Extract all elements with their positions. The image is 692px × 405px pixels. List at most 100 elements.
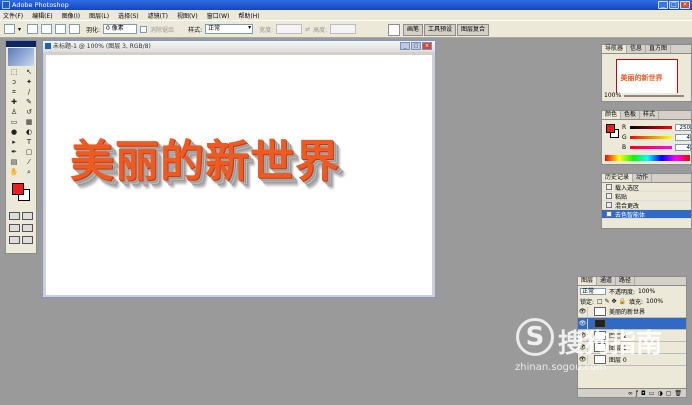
notes-tool-icon[interactable]: ▤ [8,158,20,167]
tab-color[interactable]: 颜色 [602,111,622,119]
channel-b-slider[interactable] [629,145,673,149]
tab-styles[interactable]: 样式 [640,111,660,119]
link-slot[interactable] [587,306,594,317]
swap-icon[interactable]: ⇄ [305,26,310,33]
layer-style-icon[interactable]: ƒ [636,390,638,397]
lock-icons[interactable]: □ ✎ ✥ 🔒 [597,298,626,305]
marquee-tool-preset-icon[interactable] [4,24,15,34]
feather-input[interactable]: 0 像素 [103,24,138,34]
type-tool-icon[interactable]: T [23,138,35,147]
clone-stamp-icon[interactable]: ♙ [8,108,20,117]
jump-to-imageready-icon[interactable] [9,236,20,244]
channel-b-value[interactable]: 4 [675,143,691,151]
channel-g-value[interactable]: 4 [675,133,691,141]
standard-mode-icon[interactable] [9,212,20,220]
subtract-selection-icon[interactable] [55,24,67,34]
add-selection-icon[interactable] [41,24,53,34]
history-brush-icon[interactable]: ↺ [23,108,35,117]
color-panel-foreground[interactable] [606,124,615,133]
layer-row[interactable]: 👁 美丽的新世界 [578,306,686,318]
new-layer-icon[interactable]: ▢ [666,390,672,397]
delete-layer-icon[interactable]: 🗑 [674,390,682,397]
close-button[interactable]: × [680,1,690,9]
crop-tool-icon[interactable]: ⌗ [8,88,20,97]
menu-image[interactable]: 图像(I) [62,11,80,20]
well-tab-tool-presets[interactable]: 工具预设 [424,24,457,36]
adjustment-layer-icon[interactable]: ◑ [657,390,662,397]
color-palette: 颜色 色板 样式 R 250 G 4 B 4 [601,110,692,165]
screen-mode-standard-icon[interactable] [9,224,20,232]
minimize-button[interactable]: _ [658,1,668,9]
channel-r-slider[interactable] [629,125,673,129]
height-input[interactable] [330,24,357,34]
screen-mode-full-icon[interactable] [22,224,33,232]
menu-edit[interactable]: 编辑(E) [32,11,52,20]
shape-tool-icon[interactable]: ▢ [23,148,35,157]
blur-tool-icon[interactable]: ● [8,128,20,137]
document-titlebar[interactable]: 未标题-1 @ 100% (图层 3, RGB/8) _ □ × [43,41,435,52]
eyedropper-icon[interactable]: ⁄ [23,158,35,167]
hand-tool-icon[interactable]: ✋ [8,168,20,177]
tab-swatches[interactable]: 色板 [621,111,641,119]
well-tab-brushes[interactable]: 画笔 [403,24,424,36]
tab-layers[interactable]: 图层 [578,277,598,285]
tab-history[interactable]: 历史记录 [602,174,634,182]
doc-minimize-button[interactable]: _ [400,42,410,50]
new-selection-icon[interactable] [27,24,39,34]
fill-value[interactable]: 100% [646,298,663,305]
healing-brush-icon[interactable]: ✚ [8,98,20,107]
channel-r-value[interactable]: 250 [675,123,691,131]
width-input[interactable] [276,24,303,34]
tab-histogram[interactable]: 直方图 [646,45,672,53]
blend-mode-select[interactable]: 正常 [580,287,606,295]
intersect-selection-icon[interactable] [69,24,81,34]
path-select-icon[interactable]: ▸ [8,138,20,147]
doc-close-button[interactable]: × [422,42,432,50]
maximize-button[interactable]: □ [669,1,679,9]
menu-filter[interactable]: 滤镜(T) [148,11,168,20]
menu-file[interactable]: 文件(F) [3,11,23,20]
well-tab-layer-comps[interactable]: 图层复合 [457,24,490,36]
zoom-slider[interactable] [624,94,685,97]
new-group-icon[interactable]: ▭ [649,390,655,397]
menu-window[interactable]: 窗口(W) [207,11,230,20]
doc-maximize-button[interactable]: □ [411,42,421,50]
history-item-selected[interactable]: 去色智能体 [602,210,691,219]
link-layers-icon[interactable]: ∞ [628,390,633,397]
menu-view[interactable]: 视图(V) [177,11,198,20]
image-canvas[interactable]: 美丽的新世界 [46,55,432,295]
eraser-tool-icon[interactable]: ▭ [8,118,20,127]
pen-tool-icon[interactable]: ✒ [8,148,20,157]
zoom-value[interactable]: 100% [604,92,621,99]
magic-wand-icon[interactable]: ✦ [23,78,35,87]
slice-tool-icon[interactable]: ∕ [23,88,35,97]
opacity-value[interactable]: 100% [638,288,655,295]
eye-icon[interactable]: 👁 [578,308,587,315]
antialias-checkbox[interactable] [140,25,148,33]
gradient-tool-icon[interactable]: ▦ [23,118,35,127]
menu-layer[interactable]: 图层(L) [89,11,109,20]
dropdown-arrow-icon[interactable]: ▾ [18,26,21,33]
quickmask-mode-icon[interactable] [22,212,33,220]
style-select[interactable]: 正常 [205,24,254,34]
imageready-icon[interactable] [22,236,33,244]
lasso-tool-icon[interactable]: ↄ [8,78,20,87]
menu-help[interactable]: 帮助(H) [238,11,259,20]
move-tool-icon[interactable]: ↖ [23,68,35,77]
adobe-feather-logo[interactable] [8,48,34,66]
tab-actions[interactable]: 动作 [633,174,653,182]
tab-info[interactable]: 信息 [627,45,647,53]
tab-navigator[interactable]: 导航器 [602,45,628,53]
marquee-tool-icon[interactable]: ⬚ [8,68,20,77]
foreground-color[interactable] [12,183,24,195]
color-spectrum-bar[interactable] [605,155,690,161]
dodge-tool-icon[interactable]: ◐ [23,128,35,137]
channel-g-slider[interactable] [629,135,673,139]
menu-select[interactable]: 选择(S) [118,11,139,20]
tab-paths[interactable]: 路径 [616,277,636,285]
tab-channels[interactable]: 通道 [597,277,617,285]
brush-tool-icon[interactable]: ✎ [23,98,35,107]
brush-preset-icon[interactable] [388,24,400,36]
add-mask-icon[interactable]: ◘ [641,390,646,397]
zoom-tool-icon[interactable]: ⌕ [23,168,35,177]
